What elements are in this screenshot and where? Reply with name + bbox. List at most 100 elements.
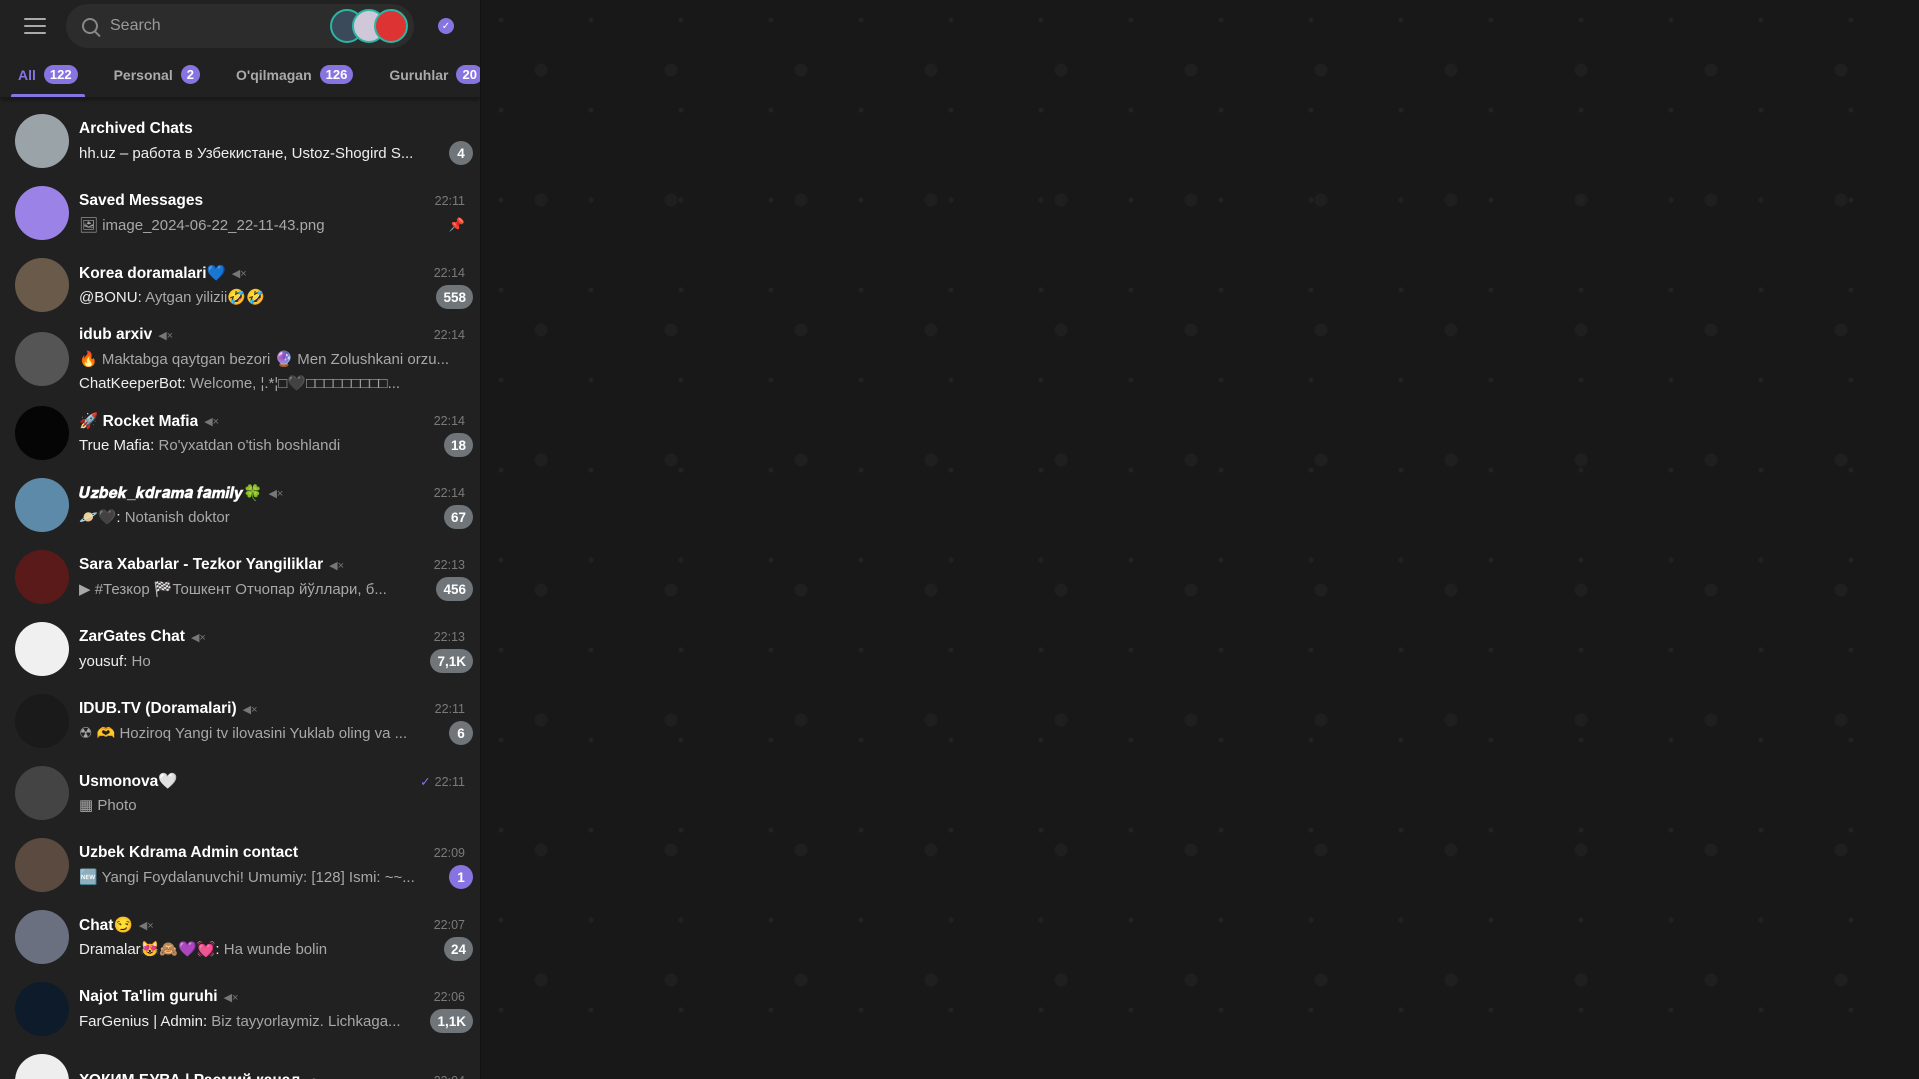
- chat-time: 22:13: [434, 630, 473, 644]
- time-text: 22:06: [433, 990, 465, 1004]
- chat-preview: 🖼 image_2024-06-22_22-11-43.png: [79, 216, 449, 234]
- chat-list-item[interactable]: Usmonova🤍 ✓ 22:11 ▦ Photo: [0, 757, 480, 829]
- unread-badge: 4: [449, 141, 473, 165]
- chat-avatar: [15, 622, 69, 676]
- preview-text: Welcome, ¦.*¦□🖤□□□□□□□□□...: [189, 375, 401, 392]
- tab-count: 122: [43, 65, 78, 84]
- unread-badge: 6: [449, 721, 473, 745]
- chat-list-item[interactable]: ZarGates Chat ◀× 22:13 yousuf: Ho 7,1K: [0, 613, 480, 685]
- chat-name: Archived Chats: [79, 120, 193, 137]
- chat-avatar: [15, 766, 69, 820]
- chat-time: 22:14: [434, 328, 473, 342]
- chat-background: [481, 0, 1919, 1079]
- chat-name: Sara Xabarlar - Tezkor Yangiliklar: [79, 556, 324, 573]
- chat-name: Usmonova🤍: [79, 772, 178, 790]
- chat-time: ✓ 22:11: [420, 774, 473, 789]
- hamburger-menu-icon[interactable]: [24, 18, 46, 34]
- chat-list-item[interactable]: Chat😏 ◀× 22:07 Dramalar😻🙈💜💓: Ha wunde bolin…: [0, 901, 480, 973]
- time-text: 22:14: [433, 414, 465, 428]
- chat-list-item[interactable]: 𝑼𝒛𝒃𝒆𝒌_𝒌𝒅𝒓𝒂𝒎𝒂 𝒇𝒂𝒎𝒊𝒍𝒚🍀 ◀× 22:14 🪐🖤: Notanish …: [0, 469, 480, 541]
- chat-sidebar: ✓ All 122 Personal 2 O'qilmagan 126 Guruhla…: [0, 0, 481, 1079]
- unread-badge: 1,1K: [430, 1009, 473, 1033]
- chat-list-item[interactable]: Archived Chats hh.uz – работа в Узбекиста…: [0, 105, 480, 177]
- chat-time: 22:07: [434, 918, 473, 932]
- tab-unread[interactable]: O'qilmagan 126: [236, 52, 354, 97]
- folder-tabs: All 122 Personal 2 O'qilmagan 126 Guruhlar 2…: [0, 52, 480, 98]
- chat-preview: ▦ Photo: [79, 796, 473, 814]
- story-avatar[interactable]: [374, 9, 408, 43]
- unread-badge: 67: [443, 505, 473, 529]
- time-text: 22:11: [434, 194, 465, 208]
- chat-name: 𝑼𝒛𝒃𝒆𝒌_𝒌𝒅𝒓𝒂𝒎𝒂 𝒇𝒂𝒎𝒊𝒍𝒚🍀: [79, 484, 263, 502]
- tab-all[interactable]: All 122: [11, 52, 85, 97]
- chat-time: 22:11: [435, 702, 473, 716]
- preview-text: 🆕 Yangi Foydalanuvchi! Umumiy: [128] Ism…: [79, 869, 415, 886]
- unread-badge: 456: [436, 577, 473, 601]
- chat-preview: ChatKeeperBot: Welcome, ¦.*¦□🖤□□□□□□□□□.…: [79, 375, 401, 392]
- chat-list-item[interactable]: Sara Xabarlar - Tezkor Yangiliklar ◀× 22:1…: [0, 541, 480, 613]
- chat-preview: hh.uz – работа в Узбекистане, Ustoz-Shog…: [79, 145, 443, 162]
- tab-personal[interactable]: Personal 2: [114, 52, 200, 97]
- chat-list-item[interactable]: idub arxiv ◀× 22:14 🔥 Maktabga qaytgan bezo…: [0, 321, 480, 397]
- muted-icon: ◀×: [204, 415, 220, 428]
- tab-count: 2: [180, 65, 200, 84]
- chat-preview: 🔥 Maktabga qaytgan bezori 🔮 Men Zolushka…: [79, 351, 450, 368]
- chat-avatar: [15, 114, 69, 168]
- time-text: 22:14: [433, 486, 465, 500]
- chat-name: Uzbek Kdrama Admin contact: [79, 844, 299, 861]
- chat-preview: Dramalar😻🙈💜💓: Ha wunde bolin: [79, 941, 328, 958]
- chat-avatar: [15, 186, 69, 240]
- chat-list-item[interactable]: IDUB.TV (Doramalari) ◀× 22:11 ☢ 🫶 Hoziroq Y…: [0, 685, 480, 757]
- unread-badge: 7,1K: [430, 649, 473, 673]
- chat-preview: 🪐🖤: Notanish doktor: [79, 509, 230, 526]
- unread-badge: 24: [443, 937, 473, 961]
- chat-list: Archived Chats hh.uz – работа в Узбекиста…: [0, 98, 480, 1079]
- tab-groups[interactable]: Guruhlar 20: [389, 52, 480, 97]
- tab-count: 20: [456, 65, 480, 84]
- chat-name: idub arxiv: [79, 326, 153, 343]
- sender-name: @BONU: [79, 289, 138, 306]
- preview-text: 🖼 image_2024-06-22_22-11-43.png: [79, 217, 325, 234]
- chat-name: Korea doramalari💙: [79, 264, 226, 282]
- chat-list-item[interactable]: 🚀 Rocket Mafia ◀× 22:14 True Mafia: Ro'yxat…: [0, 397, 480, 469]
- chat-preview: True Mafia: Ro'yxatdan o'tish boshlandi: [79, 436, 341, 454]
- chat-list-item[interactable]: Najot Ta'lim guruhi ◀× 22:06 FarGenius | Ad…: [0, 973, 480, 1045]
- chat-list-item[interactable]: Korea doramalari💙 ◀× 22:14 @BONU: Aytgan yi…: [0, 249, 480, 321]
- chat-avatar: [15, 982, 69, 1036]
- chat-preview: 🆕 Yangi Foydalanuvchi! Umumiy: [128] Ism…: [79, 868, 443, 886]
- premium-badge-icon[interactable]: ✓: [438, 18, 454, 34]
- search-box[interactable]: [66, 4, 414, 48]
- sender-name: yousuf: [79, 652, 124, 670]
- sender-name: Dramalar😻🙈💜💓: [79, 941, 216, 958]
- chat-list-item[interactable]: ХОКИМ БУВА | Расмий канал ◀× 22:04: [0, 1045, 480, 1079]
- muted-icon: ◀×: [190, 631, 206, 644]
- chat-avatar: [15, 910, 69, 964]
- tab-label: Guruhlar: [389, 66, 449, 83]
- muted-icon: ◀×: [158, 329, 174, 342]
- time-text: 22:13: [433, 630, 465, 644]
- preview-text: Ho: [131, 652, 151, 670]
- chat-list-item[interactable]: Saved Messages 22:11 🖼 image_2024-06-22_22…: [0, 177, 480, 249]
- preview-text: Ha wunde bolin: [223, 941, 328, 958]
- unread-badge: 558: [436, 285, 473, 309]
- time-text: 22:07: [433, 918, 465, 932]
- read-check-icon: ✓: [420, 774, 431, 789]
- chat-avatar: [15, 1054, 69, 1079]
- preview-text: ▦ Photo: [79, 797, 137, 814]
- time-text: 22:09: [433, 846, 465, 860]
- chat-preview: yousuf: Ho: [79, 652, 151, 670]
- chat-time: 22:13: [434, 558, 473, 572]
- chat-list-item[interactable]: Uzbek Kdrama Admin contact 22:09 🆕 Yangi F…: [0, 829, 480, 901]
- chat-avatar: [15, 332, 69, 386]
- chat-avatar: [15, 406, 69, 460]
- preview-text: Biz tayyorlaymiz. Lichkaga...: [211, 1012, 401, 1030]
- tab-label: Personal: [113, 66, 173, 83]
- chat-name: IDUB.TV (Doramalari): [79, 700, 237, 717]
- search-input[interactable]: [110, 17, 342, 35]
- time-text: 22:11: [434, 774, 465, 789]
- tab-count: 126: [319, 65, 354, 84]
- muted-icon: ◀×: [329, 559, 344, 572]
- chat-name: ZarGates Chat: [79, 628, 185, 645]
- muted-icon: ◀×: [306, 1075, 321, 1079]
- stories-avatars[interactable]: [330, 9, 408, 43]
